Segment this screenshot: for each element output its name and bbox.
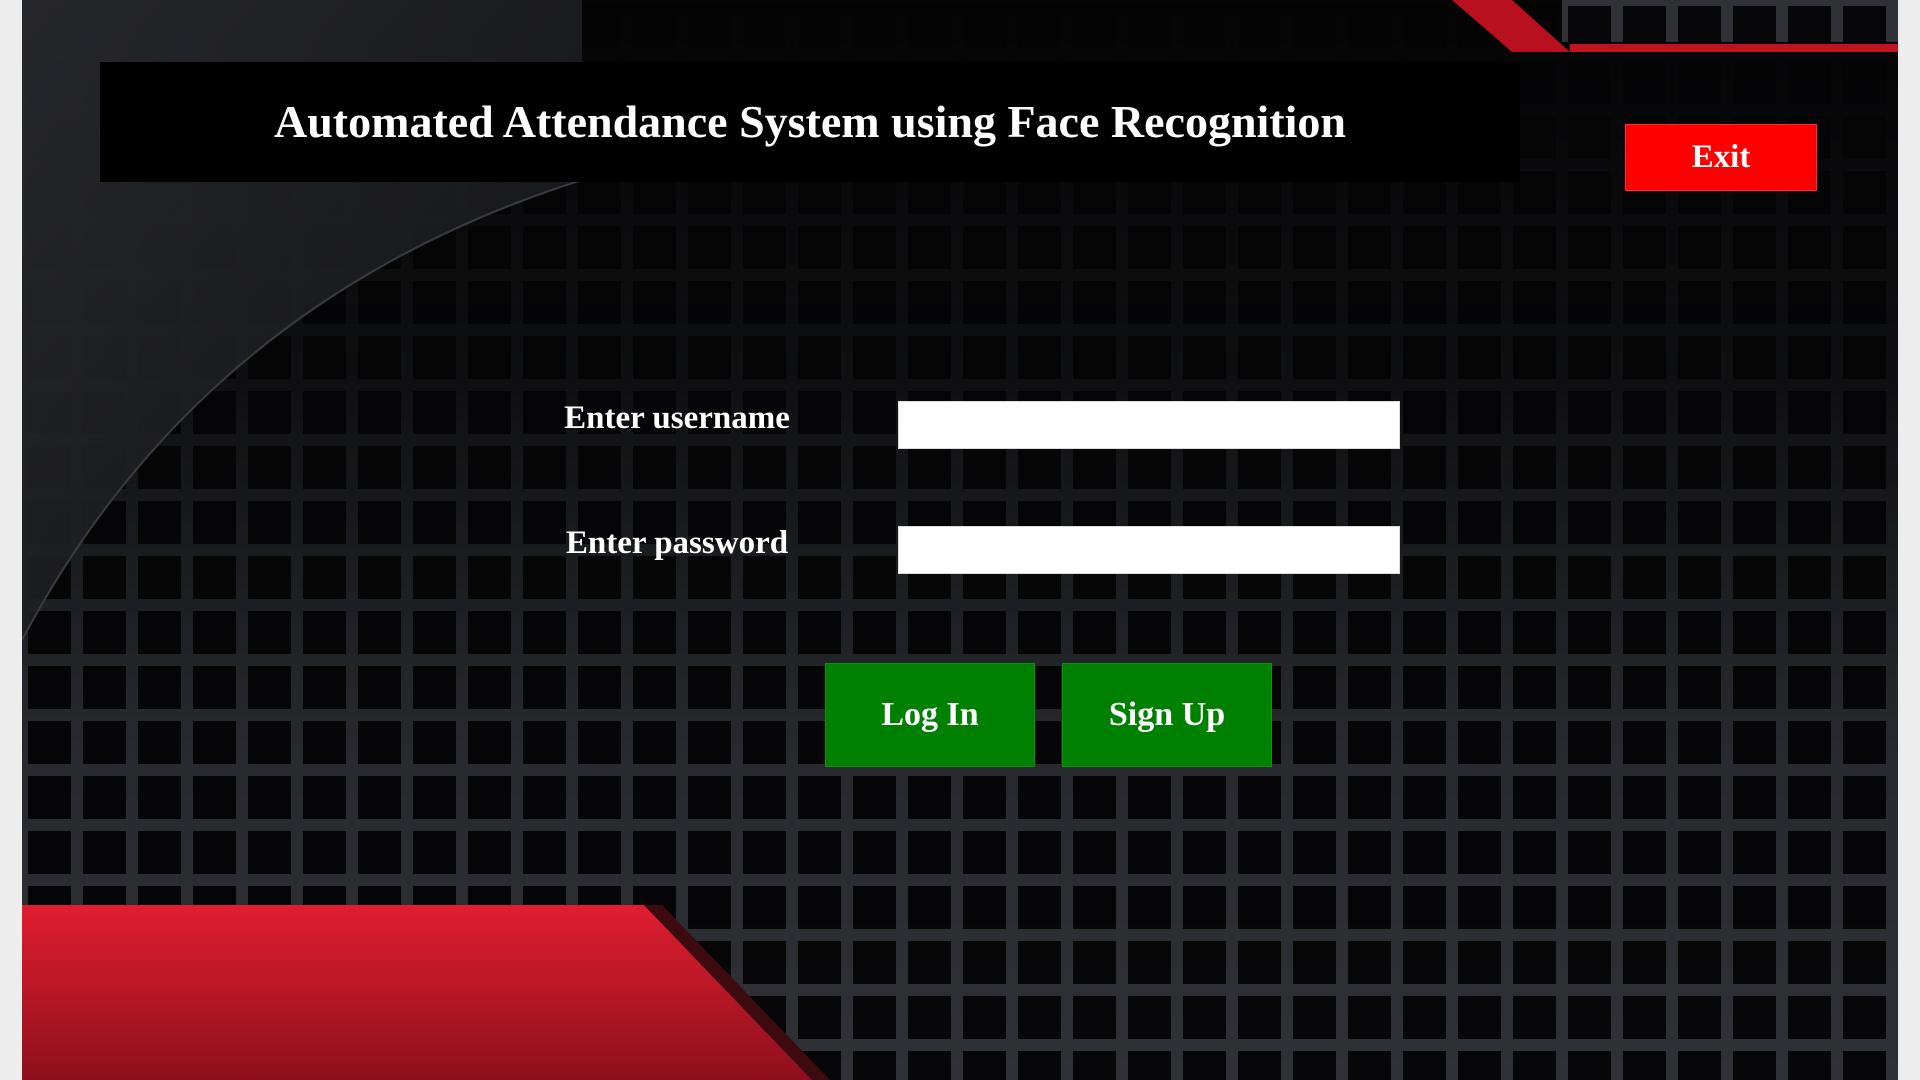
username-label: Enter username bbox=[564, 400, 790, 436]
signup-button[interactable]: Sign Up bbox=[1062, 663, 1272, 767]
page-title: Automated Attendance System using Face R… bbox=[274, 96, 1346, 147]
app-window: Automated Attendance System using Face R… bbox=[22, 0, 1898, 1080]
login-button[interactable]: Log In bbox=[825, 663, 1035, 767]
password-input[interactable] bbox=[898, 526, 1400, 574]
password-label: Enter password bbox=[565, 525, 789, 561]
username-input[interactable] bbox=[898, 401, 1400, 449]
exit-button[interactable]: Exit bbox=[1625, 124, 1817, 191]
